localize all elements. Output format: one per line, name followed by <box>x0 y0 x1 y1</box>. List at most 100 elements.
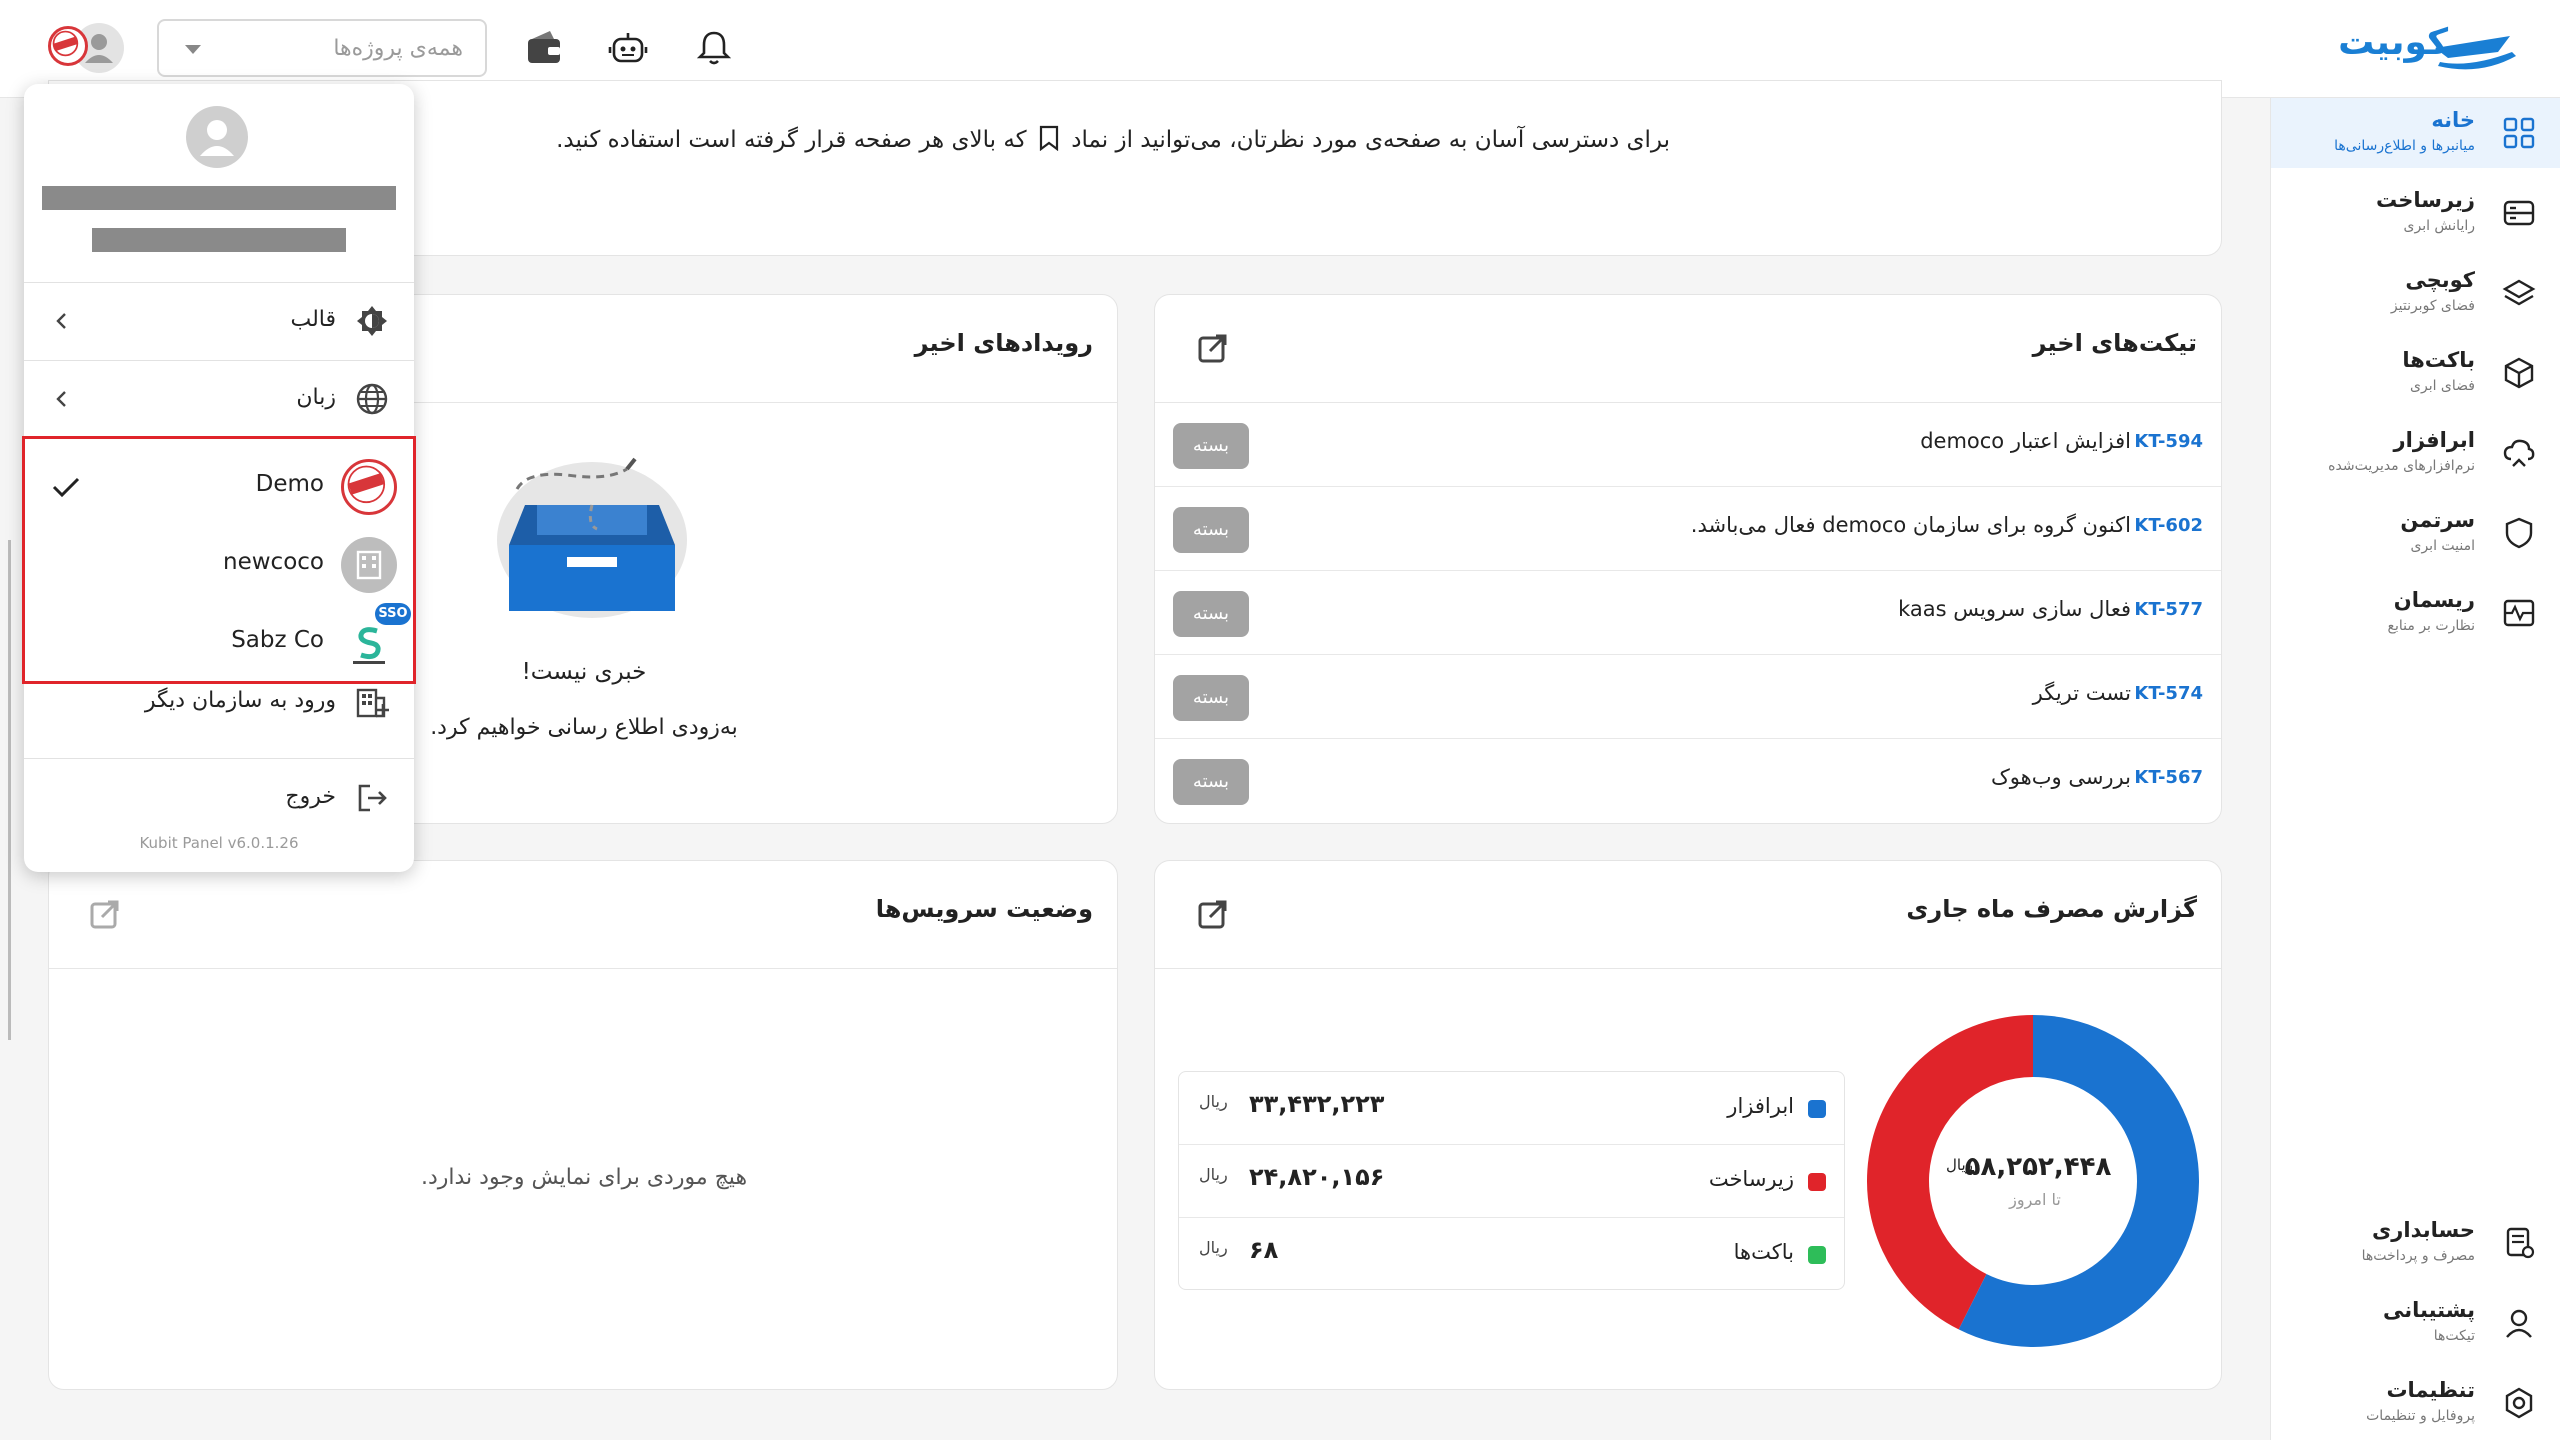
sidebar-item-title: تنظیمات <box>2386 1378 2475 1402</box>
legend-unit: ریال <box>1199 1092 1228 1111</box>
box-icon <box>2504 357 2534 389</box>
legend-value: ۲۴,۸۲۰,۱۵۶ <box>1249 1163 1385 1191</box>
sidebar-item-subtitle: مصرف و پرداخت‌ها <box>2361 1248 2475 1264</box>
theme-icon <box>357 306 387 336</box>
notifications-bell-icon[interactable] <box>692 25 736 69</box>
legend-color <box>1808 1100 1826 1118</box>
card-title: وضعیت سرویس‌ها <box>875 895 1093 923</box>
card-title: رویدادهای اخیر <box>914 329 1093 357</box>
menu-item-theme[interactable]: قالب <box>24 283 414 359</box>
sidebar-item-title: خانه <box>2431 108 2475 132</box>
status-badge: بسته <box>1173 591 1249 637</box>
support-icon <box>2506 1309 2532 1338</box>
ticket-id[interactable]: KT-594 <box>2134 431 2203 452</box>
sidebar-item-subtitle: میانبرها و اطلاع‌رسانی‌ها <box>2334 138 2475 154</box>
empty-inbox-illustration-icon <box>497 457 687 618</box>
table-row[interactable]: KT-567 بررسی وب‌هوک بسته <box>1155 739 2221 823</box>
recent-tickets-card: تیکت‌های اخیر KT-594 افزایش اعتبار democ… <box>1154 294 2222 824</box>
menu-item-label: خروج <box>285 784 336 809</box>
menu-item-language[interactable]: زبان <box>24 361 414 437</box>
status-badge: بسته <box>1173 759 1249 805</box>
sidebar-item-settings[interactable]: تنظیمات پروفایل و تنظیمات <box>2271 1368 2560 1438</box>
legend-value: ۶۸ <box>1249 1236 1279 1264</box>
scrollbar[interactable] <box>8 540 11 1040</box>
sidebar-item-risman[interactable]: ریسمان نظارت بر منابع <box>2271 578 2560 648</box>
info-text-part2: که بالای هر صفحه قرار گرفته است استفاده … <box>556 127 1027 153</box>
sidebar-item-abrafzar[interactable]: ابرافزار نرم‌افزارهای مدیریت‌شده <box>2271 418 2560 488</box>
menu-item-label: ورود به سازمان دیگر <box>144 688 336 713</box>
shortcut-info-text: برای دسترسی آسان به صفحه‌ی مورد نظرتان، … <box>556 125 1670 153</box>
sidebar-item-sartman[interactable]: سرتمن امنیت ابری <box>2271 498 2560 568</box>
org-item-sabzco[interactable]: Sabz Co SSO <box>25 603 419 681</box>
legend-unit: ریال <box>1199 1165 1228 1184</box>
sidebar-item-subtitle: نظارت بر منابع <box>2387 618 2475 634</box>
globe-icon <box>356 383 388 415</box>
ticket-id[interactable]: KT-577 <box>2134 599 2203 620</box>
legend-unit: ریال <box>1199 1238 1228 1257</box>
external-link-icon[interactable] <box>87 896 123 932</box>
wallet-icon[interactable] <box>522 25 566 69</box>
org-demo-logo-icon[interactable] <box>48 26 88 66</box>
redacted-user-email <box>92 228 346 252</box>
sidebar-item-subtitle: نرم‌افزارهای مدیریت‌شده <box>2328 458 2475 474</box>
app-version: Kubit Panel v6.0.1.26 <box>139 834 299 852</box>
organization-list: Demo newcoco Sabz Co SSO <box>22 436 416 684</box>
legend-name: باکت‌ها <box>1733 1240 1794 1264</box>
check-icon <box>52 477 80 498</box>
project-select[interactable]: همه‌ی پروژه‌ها <box>157 19 487 77</box>
settings-icon <box>2505 1387 2533 1419</box>
sidebar: خانه میانبرها و اطلاع‌رسانی‌ها زیرساخت ر… <box>2270 98 2560 1440</box>
sidebar-item-home[interactable]: خانه میانبرها و اطلاع‌رسانی‌ها <box>2271 98 2560 168</box>
usage-legend: ابرافزار ۳۳,۴۳۲,۲۲۳ ریال زیرساخت ۲۴,۸۲۰,… <box>1178 1071 1845 1290</box>
org-name: Demo <box>255 471 324 497</box>
avatar <box>186 106 248 168</box>
redacted-user-name <box>42 186 396 210</box>
sidebar-item-kubchi[interactable]: کوبچی فضای کوبرنتیز <box>2271 258 2560 328</box>
ticket-id[interactable]: KT-574 <box>2134 683 2203 704</box>
sidebar-item-title: حسابداری <box>2372 1218 2475 1242</box>
divider <box>24 758 414 759</box>
legend-name: ابرافزار <box>1727 1094 1794 1118</box>
sidebar-item-subtitle: تیکت‌ها <box>2433 1328 2475 1344</box>
sidebar-item-subtitle: فضای ابری <box>2410 378 2475 394</box>
ticket-id[interactable]: KT-602 <box>2134 515 2203 536</box>
ticket-subject: بررسی وب‌هوک <box>1991 765 2131 789</box>
org-name: newcoco <box>223 549 324 575</box>
sidebar-item-title: ریسمان <box>2393 588 2475 612</box>
legend-color <box>1808 1246 1826 1264</box>
ticket-subject: افزایش اعتبار democo <box>1920 429 2131 453</box>
legend-value: ۳۳,۴۳۲,۲۲۳ <box>1249 1090 1385 1118</box>
legend-color <box>1808 1173 1826 1191</box>
logout-icon <box>358 784 387 812</box>
ticket-subject: اکنون گروه برای سازمان democo فعال می‌با… <box>1690 513 2131 537</box>
org-item-demo[interactable]: Demo <box>25 447 419 525</box>
sso-badge: SSO <box>375 603 411 625</box>
sidebar-item-accounting[interactable]: حسابداری مصرف و پرداخت‌ها <box>2271 1208 2560 1278</box>
empty-state-text: هیچ موردی برای نمایش وجود ندارد. <box>420 1165 748 1190</box>
table-row[interactable]: KT-574 تست تریگر بسته <box>1155 655 2221 739</box>
building-icon <box>341 537 397 593</box>
sidebar-item-infrastructure[interactable]: زیرساخت رایانش ابری <box>2271 178 2560 248</box>
card-title: گزارش مصرف ماه جاری <box>1906 895 2197 923</box>
bookmark-icon <box>1039 125 1059 152</box>
building-add-icon <box>356 688 389 718</box>
sidebar-item-buckets[interactable]: باکت‌ها فضای ابری <box>2271 338 2560 408</box>
menu-item-logout[interactable]: خروج <box>24 760 414 836</box>
table-row[interactable]: KT-577 فعال سازی سرویس kaas بسته <box>1155 571 2221 655</box>
sidebar-item-subtitle: رایانش ابری <box>2403 218 2475 234</box>
legend-row: ابرافزار ۳۳,۴۳۲,۲۲۳ ریال <box>1179 1072 1844 1145</box>
external-link-icon[interactable] <box>1195 330 1231 366</box>
project-select-placeholder: همه‌ی پروژه‌ها <box>333 36 463 61</box>
assistant-robot-icon[interactable] <box>606 25 650 69</box>
sidebar-item-support[interactable]: پشتیبانی تیکت‌ها <box>2271 1288 2560 1358</box>
table-row[interactable]: KT-602 اکنون گروه برای سازمان democo فعا… <box>1155 487 2221 571</box>
logo-text: کوبیت <box>2338 22 2448 63</box>
legend-row: زیرساخت ۲۴,۸۲۰,۱۵۶ ریال <box>1179 1145 1844 1218</box>
external-link-icon[interactable] <box>1195 896 1231 932</box>
table-row[interactable]: KT-594 افزایش اعتبار democo بسته <box>1155 403 2221 487</box>
org-item-newcoco[interactable]: newcoco <box>25 525 419 603</box>
sidebar-item-subtitle: فضای کوبرنتیز <box>2390 298 2475 314</box>
status-badge: بسته <box>1173 423 1249 469</box>
ticket-id[interactable]: KT-567 <box>2134 767 2203 788</box>
services-status-card: وضعیت سرویس‌ها هیچ موردی برای نمایش وجود… <box>48 860 1118 1390</box>
